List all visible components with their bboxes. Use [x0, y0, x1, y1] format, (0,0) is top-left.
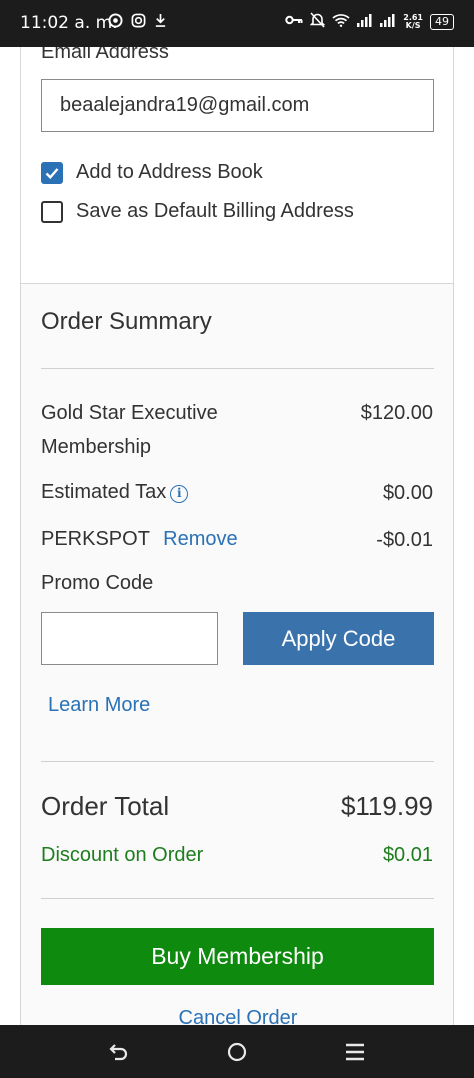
promo-code-label: Promo Code [41, 572, 154, 594]
status-system-icons: 2.61 K/S 49 [285, 12, 454, 32]
status-time: 11:02 a. m. [20, 13, 118, 33]
status-notification-icons [108, 13, 167, 32]
home-icon[interactable] [222, 1037, 252, 1067]
download-icon [154, 13, 167, 32]
signal-icon [357, 13, 373, 31]
add-to-address-book-label: Add to Address Book [76, 161, 263, 183]
add-to-address-book-checkbox[interactable] [41, 161, 63, 184]
discount-value: $0.01 [382, 844, 433, 866]
divider [41, 368, 434, 369]
email-field[interactable]: beaalejandra19@gmail.com [41, 79, 434, 132]
order-total-label: Order Total [41, 791, 170, 821]
buy-membership-button[interactable]: Buy Membership [41, 928, 434, 985]
checkout-page: Email Address beaalejandra19@gmail.com A… [0, 47, 474, 1025]
order-summary-title: Order Summary [41, 308, 212, 335]
mute-icon [309, 12, 326, 32]
save-default-billing-row[interactable]: Save as Default Billing Address [41, 200, 354, 223]
promo-applied-code: PERKSPOT [41, 528, 150, 550]
cancel-order-link[interactable]: Cancel Order [21, 1007, 455, 1025]
network-speed: 2.61 K/S [403, 13, 423, 30]
chrome-icon [108, 13, 123, 32]
membership-item-price: $120.00 [360, 402, 433, 424]
back-icon[interactable] [104, 1037, 134, 1067]
order-total-value: $119.99 [340, 791, 433, 821]
wifi-icon [332, 13, 350, 31]
recent-apps-icon[interactable] [340, 1037, 370, 1067]
promo-applied-row: PERKSPOT Remove [41, 522, 238, 556]
billing-card: Email Address beaalejandra19@gmail.com A… [20, 47, 454, 290]
discount-label: Discount on Order [41, 844, 204, 866]
membership-item-name: Gold Star Executive Membership [41, 402, 218, 458]
info-icon[interactable]: i [170, 485, 189, 503]
estimated-tax-value: $0.00 [382, 482, 433, 504]
save-default-billing-label: Save as Default Billing Address [76, 200, 354, 222]
remove-promo-link[interactable]: Remove [163, 528, 237, 550]
divider [41, 761, 434, 762]
order-summary-card: Order Summary Gold Star Executive Member… [20, 283, 454, 1025]
add-to-address-book-row[interactable]: Add to Address Book [41, 161, 263, 184]
checkmark-icon [45, 167, 59, 179]
battery-icon: 49 [430, 14, 454, 30]
signal-icon-2 [380, 13, 396, 31]
save-default-billing-checkbox[interactable] [41, 200, 63, 223]
promo-code-input[interactable] [41, 612, 218, 665]
learn-more-link[interactable]: Learn More [48, 694, 150, 717]
instagram-icon [131, 13, 146, 32]
navigation-bar [0, 1025, 474, 1078]
email-label: Email Address [41, 47, 169, 63]
promo-discount-value: -$0.01 [376, 529, 433, 551]
key-icon [285, 14, 303, 30]
apply-code-button[interactable]: Apply Code [243, 612, 434, 665]
status-bar: 11:02 a. m. 2.61 K/S 49 [0, 0, 474, 47]
divider [41, 898, 434, 899]
estimated-tax-row: Estimated Tax i [41, 475, 189, 509]
estimated-tax-label: Estimated Tax [41, 481, 167, 503]
